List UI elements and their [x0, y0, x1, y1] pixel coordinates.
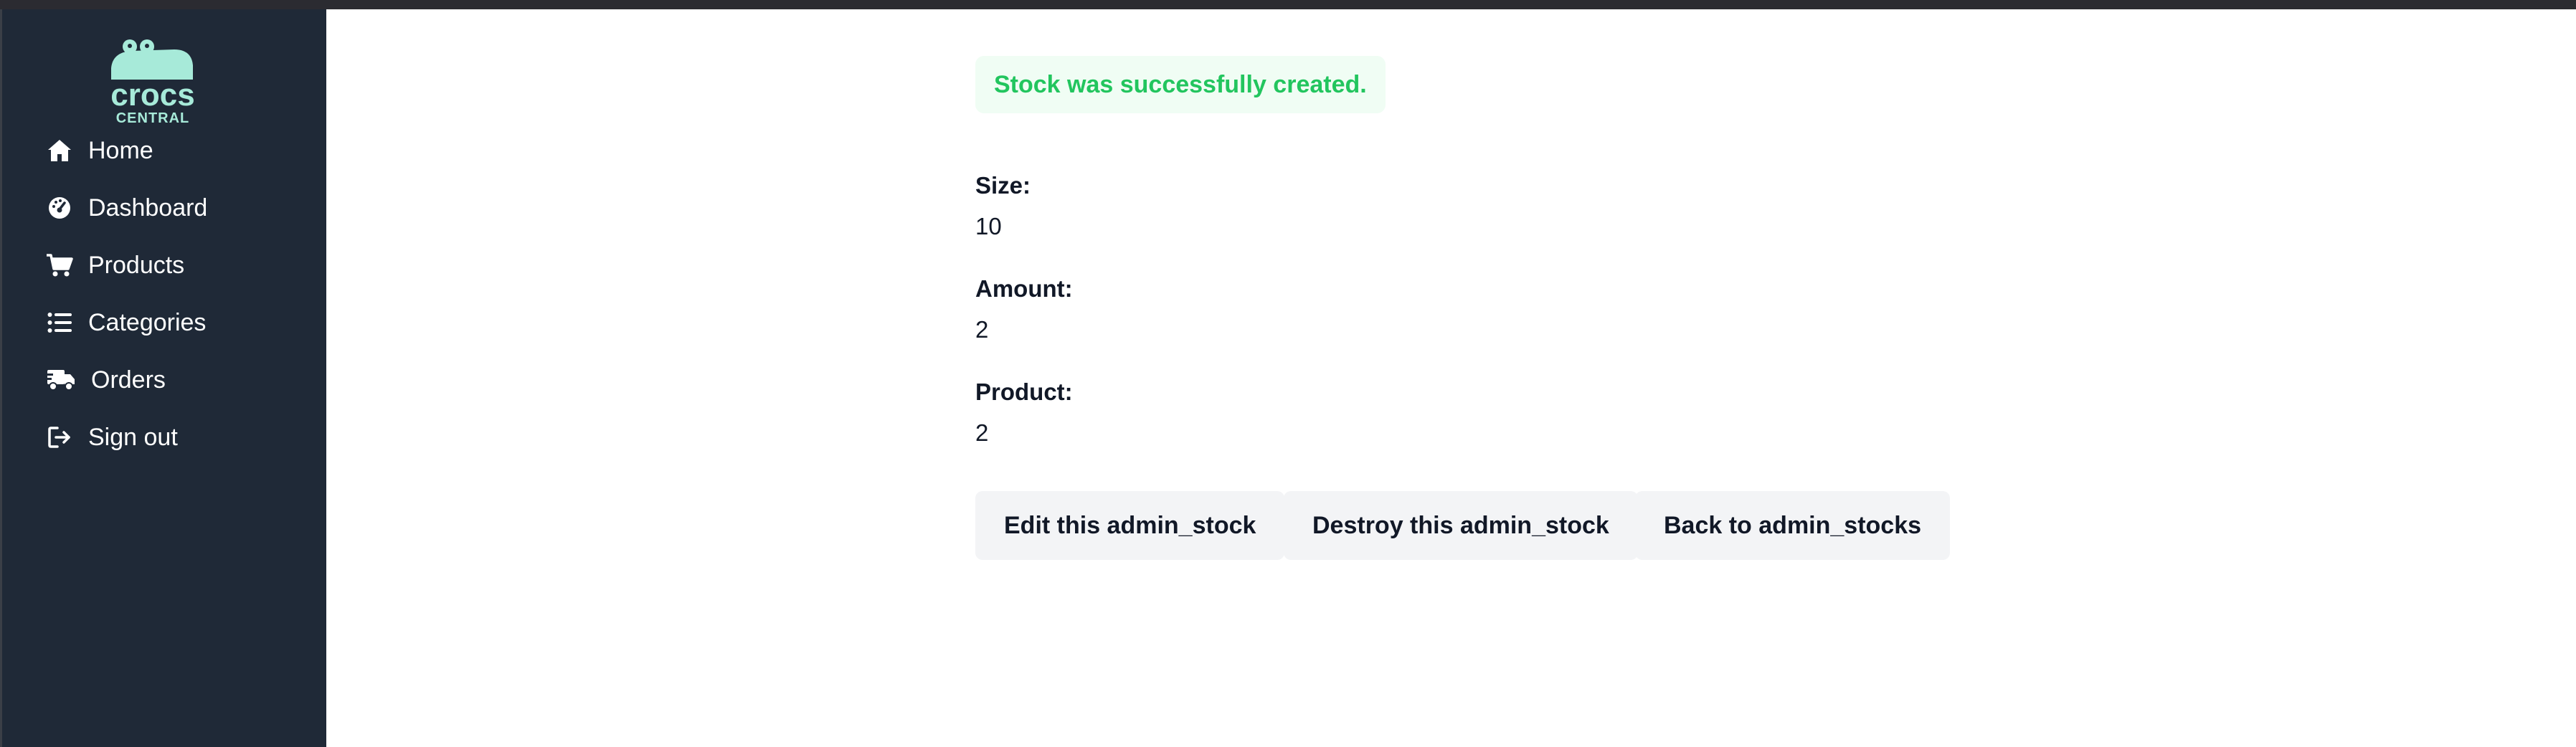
sidebar-item-label: Home	[88, 136, 153, 164]
top-bar	[0, 0, 2576, 9]
sidebar-item-label: Orders	[91, 366, 166, 394]
logo-text-crocs: crocs	[110, 77, 194, 113]
notice-text: Stock was successfully created.	[994, 70, 1367, 98]
sidebar-item-label: Sign out	[88, 423, 178, 451]
crocs-logo-graphic: crocs CENTRAL	[110, 39, 195, 125]
edit-stock-button[interactable]: Edit this admin_stock	[975, 491, 1285, 560]
amount-value: 2	[975, 316, 989, 343]
size-value: 10	[975, 213, 1002, 239]
sidebar-item-label: Categories	[88, 308, 207, 336]
sidebar-item-sign-out[interactable]: Sign out	[45, 416, 178, 459]
sidebar-item-dashboard[interactable]: Dashboard	[45, 186, 207, 229]
product-value: 2	[975, 419, 989, 446]
crocs-central-logo[interactable]: crocs CENTRAL	[103, 37, 203, 125]
amount-label: Amount:	[975, 275, 1073, 302]
home-icon	[45, 136, 74, 165]
sidebar-item-label: Dashboard	[88, 194, 208, 222]
sidebar: crocs CENTRAL Home Dashboard Products Ca…	[0, 9, 326, 747]
sidebar-item-label: Products	[88, 251, 185, 279]
truck-icon	[45, 366, 77, 394]
sidebar-item-categories[interactable]: Categories	[45, 301, 206, 344]
sidebar-item-orders[interactable]: Orders	[45, 358, 166, 401]
success-notice: Stock was successfully created.	[975, 56, 1386, 113]
dashboard-icon	[45, 194, 74, 222]
list-icon	[45, 308, 74, 337]
cart-icon	[45, 251, 74, 280]
destroy-stock-button[interactable]: Destroy this admin_stock	[1284, 491, 1638, 560]
size-label: Size:	[975, 172, 1031, 199]
product-label: Product:	[975, 379, 1073, 405]
sidebar-item-home[interactable]: Home	[45, 129, 153, 172]
back-to-stocks-button[interactable]: Back to admin_stocks	[1635, 491, 1951, 560]
logo-text-central: CENTRAL	[116, 110, 190, 125]
sidebar-item-products[interactable]: Products	[45, 244, 184, 287]
sign-out-icon	[45, 423, 74, 452]
